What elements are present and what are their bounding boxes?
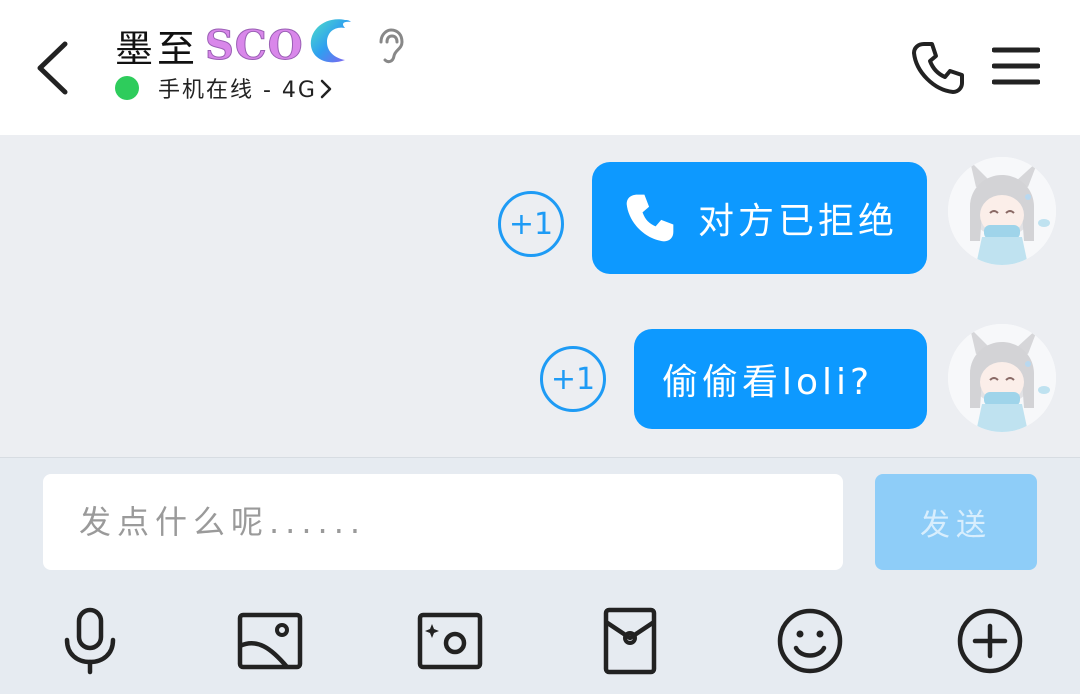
avatar[interactable] (948, 157, 1056, 265)
wave-badge-icon[interactable] (305, 14, 355, 66)
vip-badge[interactable]: SCO (205, 22, 304, 70)
plus-one-button[interactable]: +1 (540, 346, 606, 412)
image-icon[interactable] (235, 606, 305, 676)
online-status-dot (115, 76, 139, 100)
camera-icon[interactable] (415, 606, 485, 676)
message-text: 偷偷看loli? (662, 362, 874, 403)
avatar-image (948, 157, 1056, 265)
message-text: 对方已拒绝 (698, 201, 899, 242)
send-button[interactable]: 发送 (875, 474, 1037, 570)
avatar[interactable] (948, 324, 1056, 432)
message-bubble[interactable]: 对方已拒绝 (592, 162, 927, 274)
plus-one-button[interactable]: +1 (498, 191, 564, 257)
online-status-text[interactable]: 手机在线 - 4G (158, 72, 317, 104)
message-input[interactable] (43, 474, 843, 570)
plus-icon[interactable] (955, 606, 1025, 676)
emoji-icon[interactable] (775, 606, 845, 676)
contact-name[interactable]: 墨至 (115, 18, 199, 73)
chat-messages[interactable]: +1 对方已拒绝 +1 偷偷看loli? (0, 135, 1080, 457)
input-bar: 发送 (0, 457, 1080, 694)
microphone-icon[interactable] (55, 606, 125, 676)
chevron-right-icon[interactable] (318, 78, 334, 100)
phone-icon (626, 194, 674, 242)
avatar-image (948, 324, 1056, 432)
chat-header: 墨至 SCO 手机在线 - 4G (0, 0, 1080, 135)
message-bubble[interactable]: 偷偷看loli? (634, 329, 927, 429)
ear-icon[interactable] (373, 26, 405, 66)
phone-call-icon[interactable] (908, 38, 968, 98)
back-arrow-icon[interactable] (30, 38, 80, 98)
menu-icon[interactable] (992, 44, 1040, 88)
red-packet-icon[interactable] (595, 606, 665, 676)
